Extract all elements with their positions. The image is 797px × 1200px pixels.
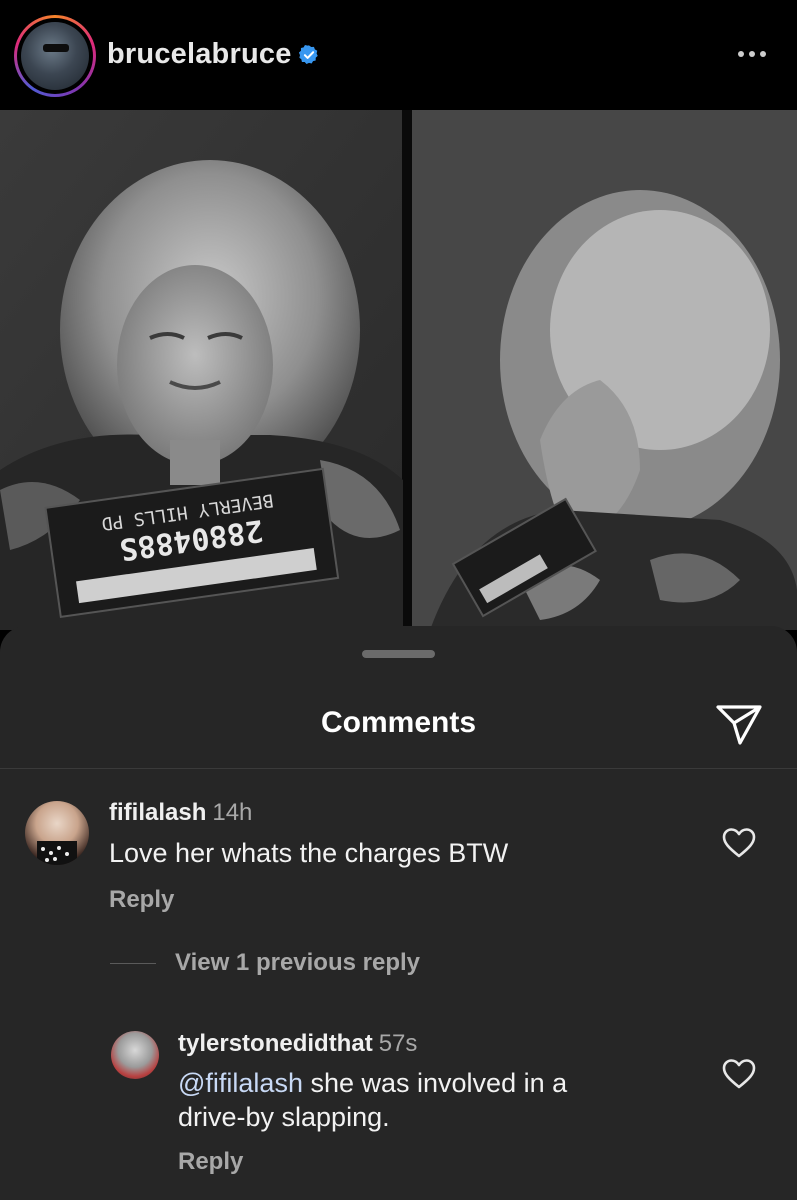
reply-avatar[interactable] — [111, 1031, 159, 1079]
reply-mention-link[interactable]: @fifilalash — [178, 1068, 303, 1098]
view-replies-line — [110, 962, 156, 964]
reply-text-line2: drive-by slapping. — [178, 1102, 390, 1132]
send-icon[interactable] — [714, 701, 764, 747]
comments-sheet: Comments fifilalash 14h Love her whats th… — [0, 626, 797, 1200]
reply-time: 57s — [378, 1030, 418, 1057]
heart-outline-icon[interactable] — [721, 1058, 757, 1090]
reply-reply-button[interactable]: Reply — [178, 1148, 243, 1176]
comment-reply-button[interactable]: Reply — [109, 886, 174, 914]
post-username[interactable]: brucelabruce — [107, 38, 292, 71]
post-image[interactable]: BEVERLY HILLS PD 2880488S — [0, 110, 797, 630]
sheet-divider — [0, 768, 797, 769]
comment-username[interactable]: fifilalash — [109, 799, 206, 826]
comment-time: 14h — [212, 799, 253, 826]
verified-badge-icon — [298, 45, 318, 64]
post-header: brucelabruce — [0, 0, 797, 110]
view-replies-toggle[interactable]: View 1 previous reply — [110, 948, 420, 978]
sheet-drag-handle[interactable] — [362, 650, 435, 658]
reply-username[interactable]: tylerstonedidthat — [178, 1030, 373, 1057]
more-options-icon[interactable] — [735, 46, 769, 62]
comment-text: Love her whats the charges BTW — [109, 838, 509, 868]
reply-text-line1: she was involved in a — [302, 1068, 568, 1098]
profile-avatar[interactable] — [14, 15, 96, 97]
heart-outline-icon[interactable] — [721, 827, 757, 859]
view-replies-label[interactable]: View 1 previous reply — [175, 949, 420, 977]
sheet-title: Comments — [320, 706, 477, 739]
mugshot-photo: BEVERLY HILLS PD 2880488S — [0, 110, 797, 630]
comment-avatar[interactable] — [25, 801, 89, 865]
instagram-post-page: brucelabruce BEVERLY HILLS PD 2880488S C… — [0, 0, 797, 1200]
reply-text: @fifilalash she was involved in a drive-… — [178, 1066, 698, 1134]
